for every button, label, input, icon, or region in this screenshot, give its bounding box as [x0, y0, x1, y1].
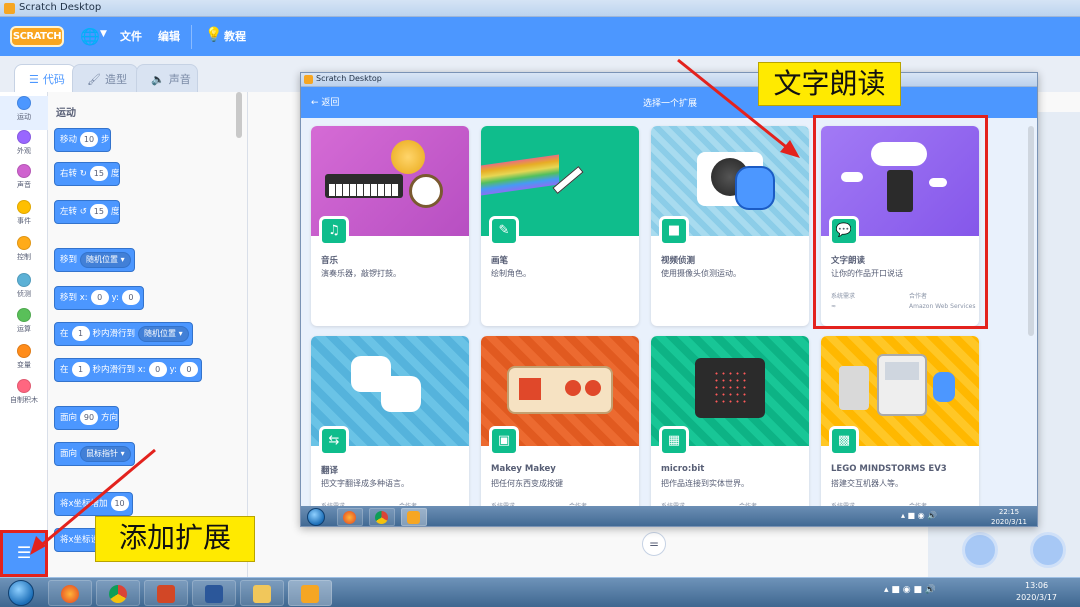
arrow-line [677, 58, 791, 152]
arrow-line [37, 448, 156, 550]
arrow-head [30, 536, 46, 555]
annotation-arrows [30, 58, 800, 555]
